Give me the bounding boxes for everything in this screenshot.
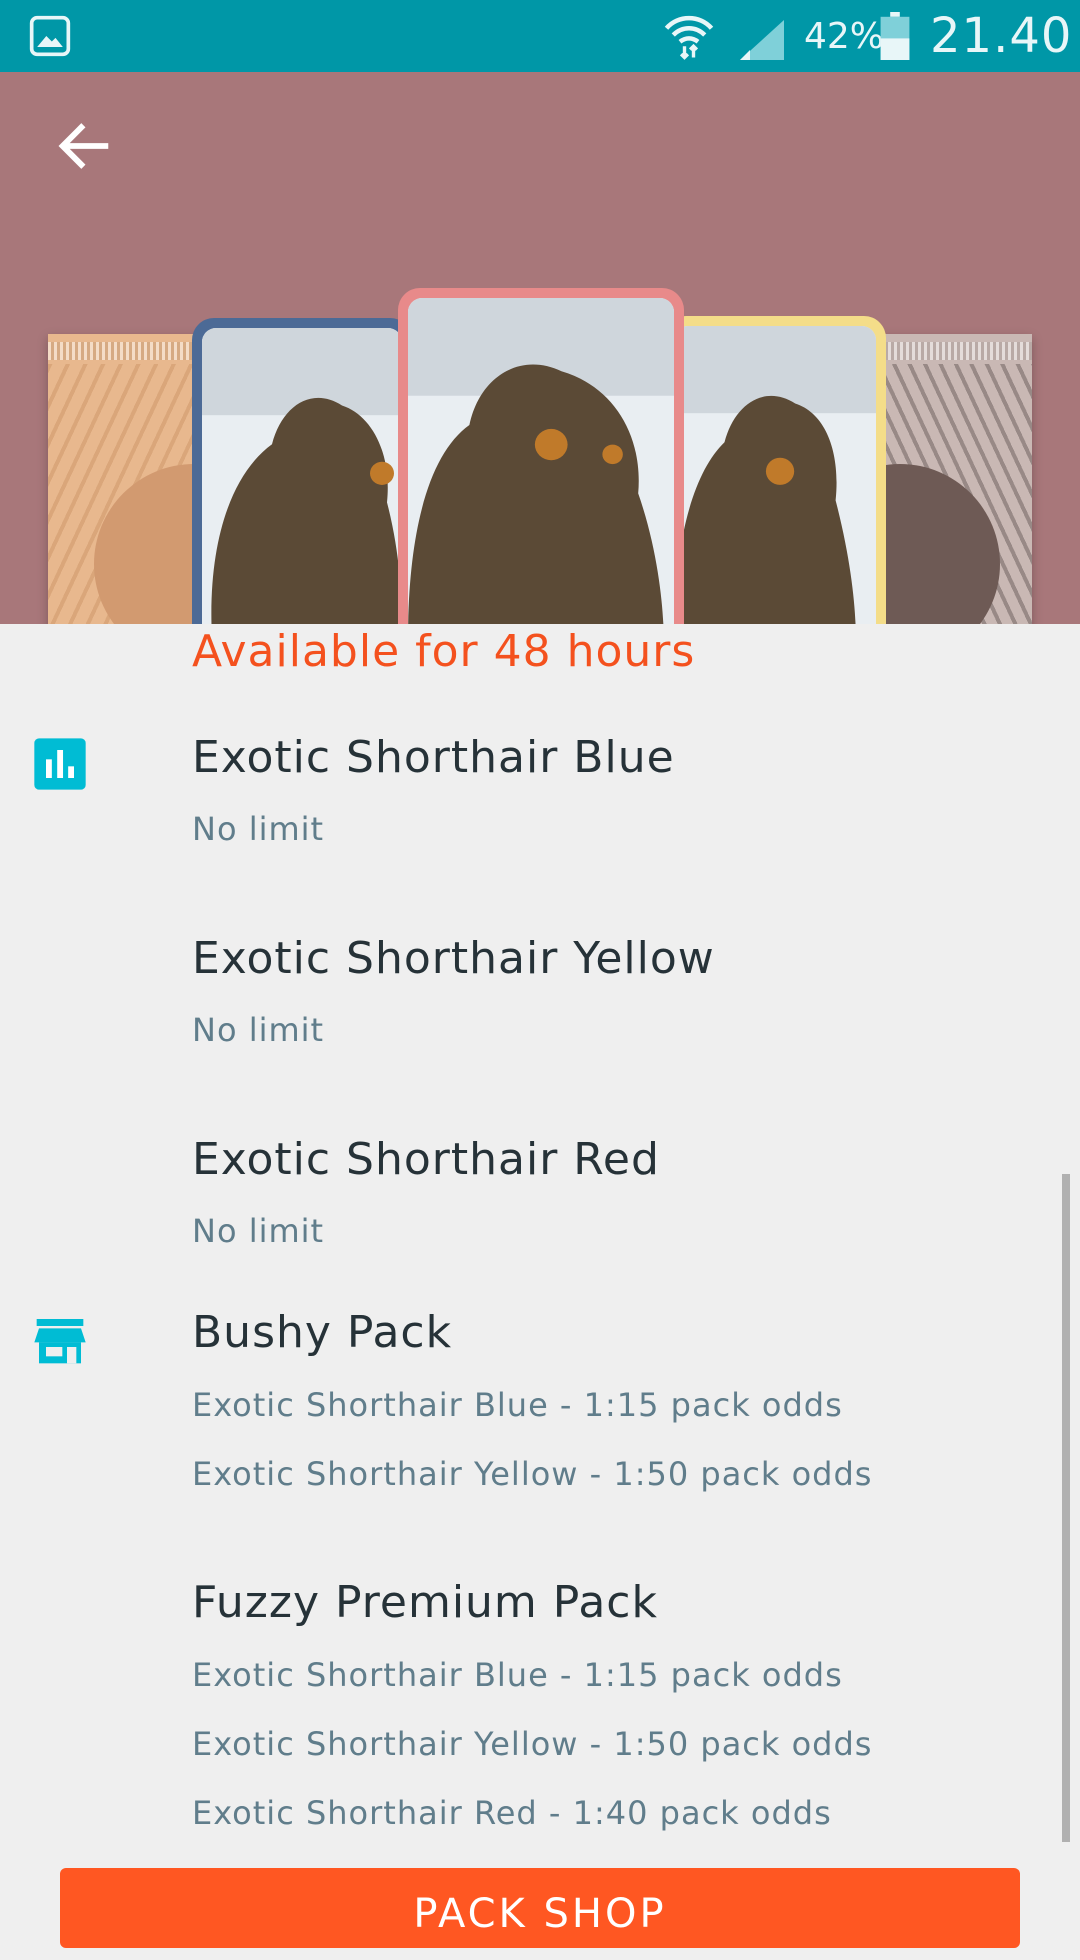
status-bar: 42% 21.40 <box>0 0 1080 72</box>
card-limit: No limit <box>192 810 325 848</box>
arrow-back-icon[interactable] <box>52 114 116 178</box>
hero-header <box>0 72 1080 624</box>
battery-icon <box>880 12 910 60</box>
card-limit: No limit <box>192 1212 325 1250</box>
pack-odds: Exotic Shorthair Blue - 1:15 pack odds <box>192 1656 843 1694</box>
bar-chart-icon <box>34 738 86 790</box>
clock: 21.40 <box>930 8 1073 64</box>
card-red-image <box>398 288 684 624</box>
store-icon <box>34 1319 86 1364</box>
battery-percent: 42% <box>804 16 885 57</box>
wifi-icon <box>664 15 714 60</box>
pack-shop-button[interactable]: PACK SHOP <box>60 1868 1020 1948</box>
card-yellow-image <box>664 316 886 624</box>
card-blue-image <box>192 318 412 624</box>
card-title: Exotic Shorthair Yellow <box>192 933 715 984</box>
pack-odds: Exotic Shorthair Red - 1:40 pack odds <box>192 1794 832 1832</box>
availability-text: Available for 48 hours <box>192 626 696 677</box>
signal-icon <box>740 20 784 60</box>
pack-odds: Exotic Shorthair Yellow - 1:50 pack odds <box>192 1455 873 1493</box>
pack-title: Fuzzy Premium Pack <box>192 1577 658 1628</box>
pack-odds: Exotic Shorthair Blue - 1:15 pack odds <box>192 1386 843 1424</box>
gallery-icon <box>29 15 71 57</box>
pack-title: Bushy Pack <box>192 1307 453 1358</box>
scrollbar[interactable] <box>1062 1174 1070 1842</box>
card-limit: No limit <box>192 1011 325 1049</box>
pack-odds: Exotic Shorthair Yellow - 1:50 pack odds <box>192 1725 873 1763</box>
card-title: Exotic Shorthair Red <box>192 1134 660 1185</box>
card-title: Exotic Shorthair Blue <box>192 732 675 783</box>
